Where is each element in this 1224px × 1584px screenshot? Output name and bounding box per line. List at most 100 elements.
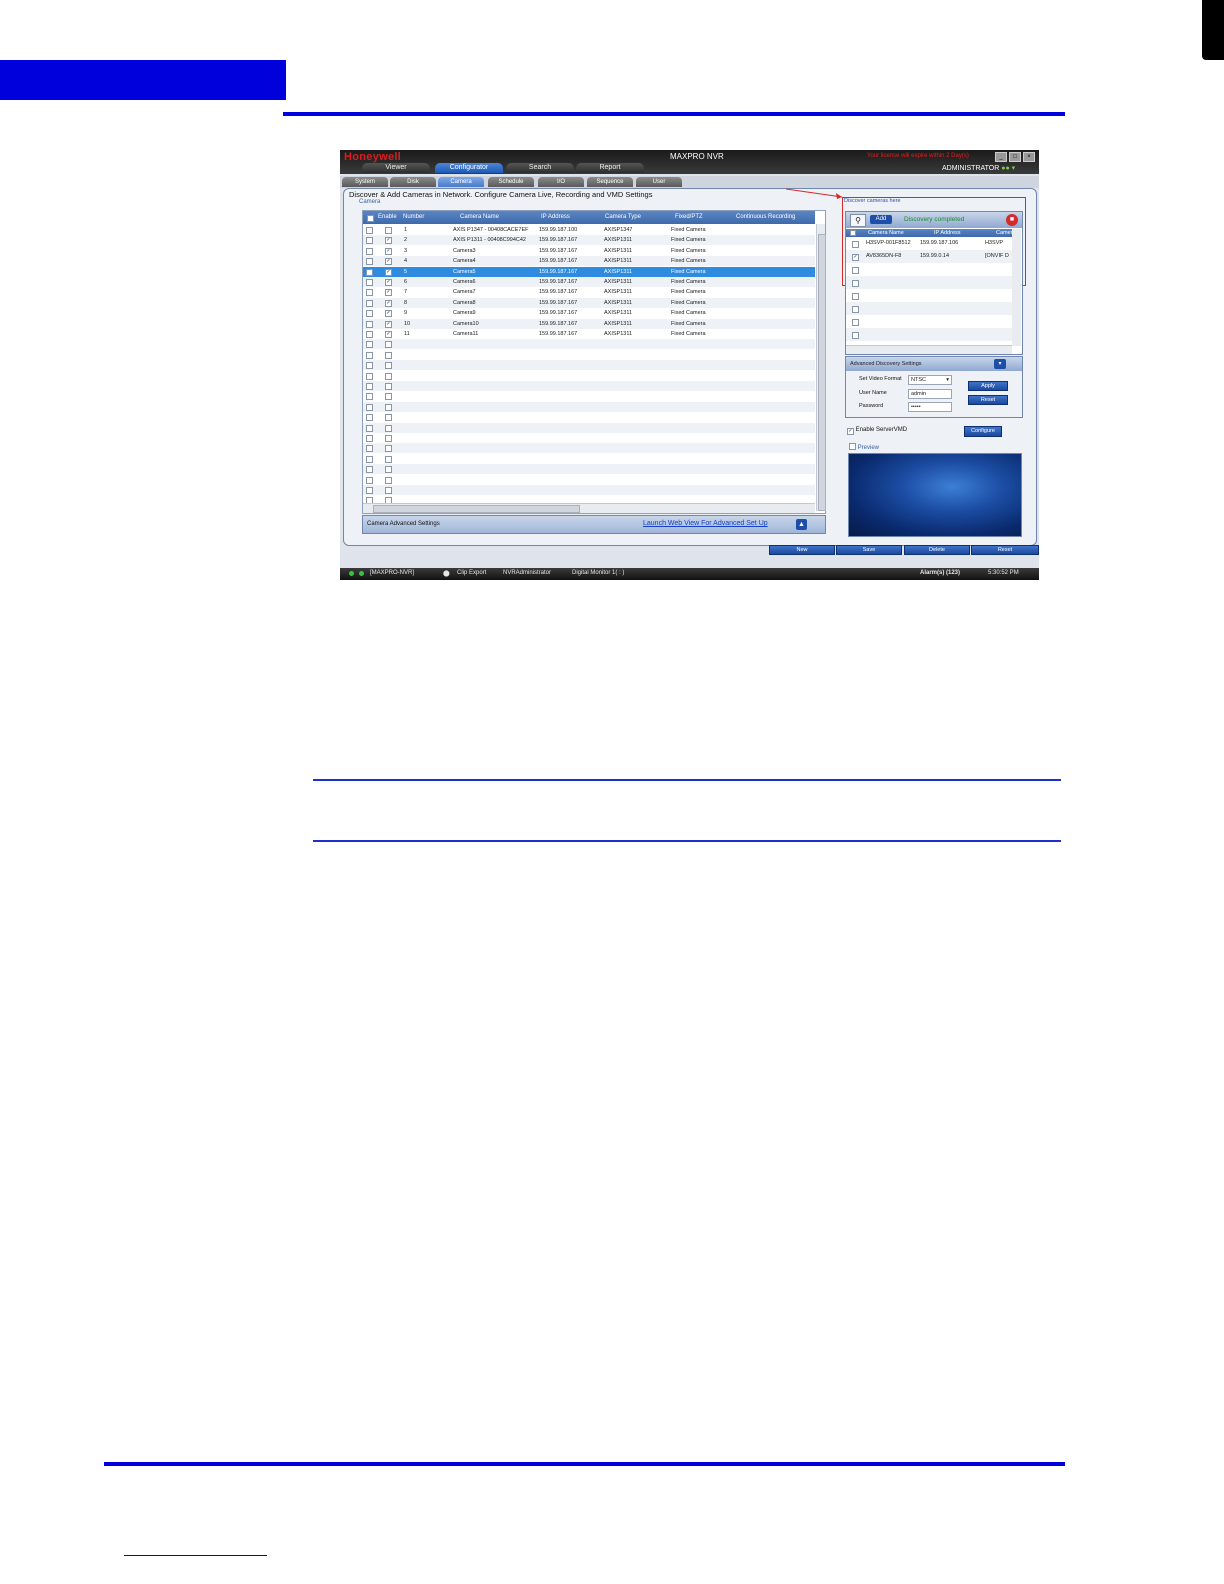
discovered-select-checkbox[interactable] (852, 241, 859, 248)
empty-row[interactable] (363, 454, 815, 464)
enable-checkbox[interactable]: ✓ (385, 258, 392, 266)
discovered-select-checkbox[interactable] (852, 306, 859, 313)
row-select-checkbox[interactable] (366, 362, 373, 370)
preview-checkbox[interactable] (849, 443, 856, 450)
new-button[interactable]: New (769, 545, 835, 555)
column-header[interactable]: IP Address (541, 214, 570, 220)
enable-checkbox[interactable] (385, 445, 392, 453)
column-header[interactable]: Camera Type (605, 214, 641, 220)
collapse-icon[interactable]: ▾ (994, 359, 1006, 369)
enable-checkbox[interactable] (385, 362, 392, 370)
enable-checkbox[interactable]: ✓ (385, 299, 392, 307)
column-header[interactable]: Camera Name (460, 214, 499, 220)
column-header[interactable]: IP Address (934, 230, 961, 236)
row-select-checkbox[interactable] (366, 247, 373, 255)
enable-checkbox[interactable]: ✓ (385, 310, 392, 318)
discovered-select-checkbox[interactable] (852, 319, 859, 326)
discovered-select-checkbox[interactable]: ✓ (852, 254, 859, 261)
empty-row[interactable] (363, 475, 815, 485)
scroll-thumb[interactable] (818, 234, 826, 511)
delete-button[interactable]: Delete (904, 545, 970, 555)
discovered-select-checkbox[interactable] (852, 332, 859, 339)
enable-servervmd-checkbox[interactable]: ✓ (847, 428, 854, 435)
enable-checkbox[interactable]: ✓ (385, 331, 392, 338)
configure-button[interactable]: Configure (964, 426, 1002, 437)
enable-checkbox[interactable] (385, 455, 392, 463)
launch-web-view-link[interactable]: Launch Web View For Advanced Set Up (643, 520, 768, 527)
row-select-checkbox[interactable] (366, 414, 373, 422)
subtab-io[interactable]: I/O (538, 177, 584, 187)
discovered-camera-row[interactable]: H3SVP-001F8512 159.99.187.106 H3SVP (846, 237, 1012, 250)
subtab-schedule[interactable]: Schedule (488, 177, 534, 187)
camera-row[interactable]: ✓ 3 Camera3 159.99.187.167 AXISP1311 Fixed Ca… (363, 246, 815, 256)
row-select-checkbox[interactable] (366, 393, 373, 401)
enable-checkbox[interactable] (385, 487, 392, 494)
camera-row[interactable]: 1 AXIS P1347 - 00408CACE7EF 159.99.187.100… (363, 225, 815, 235)
empty-row[interactable] (846, 315, 1012, 328)
row-select-checkbox[interactable] (366, 435, 373, 442)
row-select-checkbox[interactable] (366, 445, 373, 453)
scroll-thumb[interactable] (373, 505, 580, 513)
discovery-horizontal-scrollbar[interactable] (846, 345, 1012, 354)
empty-row[interactable] (363, 422, 815, 433)
tab-viewer[interactable]: Viewer (362, 163, 430, 173)
subtab-sequence[interactable]: Sequence (587, 177, 633, 187)
add-camera-button[interactable]: Add (870, 215, 892, 224)
empty-row[interactable] (363, 443, 815, 454)
enable-checkbox[interactable] (385, 351, 392, 359)
row-select-checkbox[interactable] (366, 372, 373, 380)
enable-checkbox[interactable]: ✓ (385, 268, 392, 276)
empty-row[interactable] (846, 289, 1012, 302)
grid-vertical-scrollbar[interactable] (816, 224, 826, 511)
subtab-user[interactable]: User (636, 177, 682, 187)
empty-row[interactable] (846, 276, 1012, 289)
subtab-camera[interactable]: Camera (438, 177, 484, 187)
empty-row[interactable] (363, 360, 815, 371)
stop-discovery-icon[interactable]: ■ (1006, 214, 1018, 226)
row-select-checkbox[interactable] (366, 424, 373, 432)
reset-button[interactable]: Reset (971, 545, 1039, 555)
user-indicator[interactable]: ADMINISTRATOR ●● ▾ (942, 164, 1015, 172)
apply-button[interactable]: Apply (968, 381, 1008, 391)
row-select-checkbox[interactable] (366, 466, 373, 474)
enable-checkbox[interactable] (385, 383, 392, 390)
tab-report[interactable]: Report (576, 163, 644, 173)
row-select-checkbox[interactable] (366, 310, 373, 318)
enable-checkbox[interactable]: ✓ (385, 247, 392, 255)
row-select-checkbox[interactable] (366, 237, 373, 245)
empty-row[interactable] (363, 433, 815, 443)
password-field[interactable]: ••••• (908, 402, 952, 412)
select-all-checkbox[interactable] (367, 215, 374, 222)
minimize-icon[interactable]: _ (995, 152, 1007, 162)
row-select-checkbox[interactable] (366, 258, 373, 266)
empty-row[interactable] (846, 328, 1012, 341)
search-icon[interactable]: ⚲ (850, 214, 866, 227)
grid-horizontal-scrollbar[interactable] (363, 503, 815, 513)
select-all-checkbox[interactable] (850, 230, 856, 236)
enable-checkbox[interactable] (385, 341, 392, 349)
discovery-vertical-scrollbar[interactable] (1012, 229, 1021, 346)
enable-checkbox[interactable] (385, 372, 392, 380)
row-select-checkbox[interactable] (366, 299, 373, 307)
empty-row[interactable] (363, 485, 815, 495)
camera-row[interactable]: ✓ 5 Camera5 159.99.187.167 AXISP1311 Fixed Ca… (363, 266, 815, 277)
subtab-system[interactable]: System (342, 177, 388, 187)
empty-row[interactable] (363, 412, 815, 422)
empty-row[interactable] (363, 401, 815, 412)
discovered-camera-row[interactable]: ✓ AV8365DN-F8 159.99.0.14 [ONVIF D (846, 250, 1012, 263)
row-select-checkbox[interactable] (366, 383, 373, 390)
clip-export-icon[interactable]: ⬤ (443, 570, 450, 577)
column-header[interactable]: Camera Name (868, 230, 904, 236)
reset-discovery-button[interactable]: Reset (968, 395, 1008, 405)
row-select-checkbox[interactable] (366, 227, 373, 234)
camera-row[interactable]: ✓ 10 Camera10 159.99.187.167 AXISP1311 Fixed … (363, 318, 815, 329)
enable-checkbox[interactable] (385, 227, 392, 234)
camera-row[interactable]: ✓ 8 Camera8 159.99.187.167 AXISP1311 Fixed Ca… (363, 297, 815, 308)
enable-checkbox[interactable]: ✓ (385, 237, 392, 245)
enable-checkbox[interactable] (385, 424, 392, 432)
enable-checkbox[interactable]: ✓ (385, 279, 392, 286)
enable-checkbox[interactable] (385, 476, 392, 484)
expand-up-icon[interactable]: ▲ (796, 519, 807, 530)
empty-row[interactable] (363, 350, 815, 360)
enable-checkbox[interactable]: ✓ (385, 289, 392, 297)
